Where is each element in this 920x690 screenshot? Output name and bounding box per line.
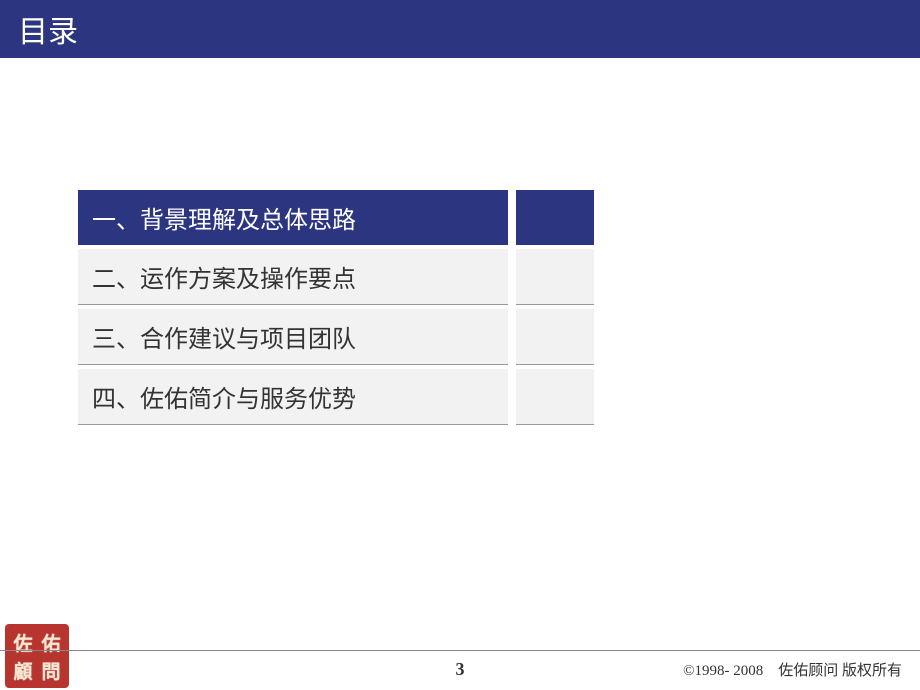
copyright-text: ©1998- 2008 佐佑顾问 版权所有: [683, 659, 902, 680]
toc-item-indicator: [516, 369, 594, 425]
toc-item-indicator: [516, 249, 594, 305]
toc-item-3: 三、合作建议与项目团队: [78, 309, 638, 365]
toc-item-label: 二、运作方案及操作要点: [78, 249, 508, 305]
slide-title: 目录: [18, 7, 78, 51]
slide-footer: 3 ©1998- 2008 佐佑顾问 版权所有: [0, 650, 920, 690]
toc-item-indicator: [516, 190, 594, 245]
table-of-contents: 一、背景理解及总体思路 二、运作方案及操作要点 三、合作建议与项目团队 四、佐佑…: [78, 190, 638, 429]
page-number: 3: [456, 659, 465, 680]
toc-item-1: 一、背景理解及总体思路: [78, 190, 638, 245]
toc-item-indicator: [516, 309, 594, 365]
slide-header: 目录: [0, 0, 920, 58]
toc-item-label: 一、背景理解及总体思路: [78, 190, 508, 245]
toc-item-label: 四、佐佑简介与服务优势: [78, 369, 508, 425]
toc-item-label: 三、合作建议与项目团队: [78, 309, 508, 365]
toc-item-2: 二、运作方案及操作要点: [78, 249, 638, 305]
toc-item-4: 四、佐佑简介与服务优势: [78, 369, 638, 425]
